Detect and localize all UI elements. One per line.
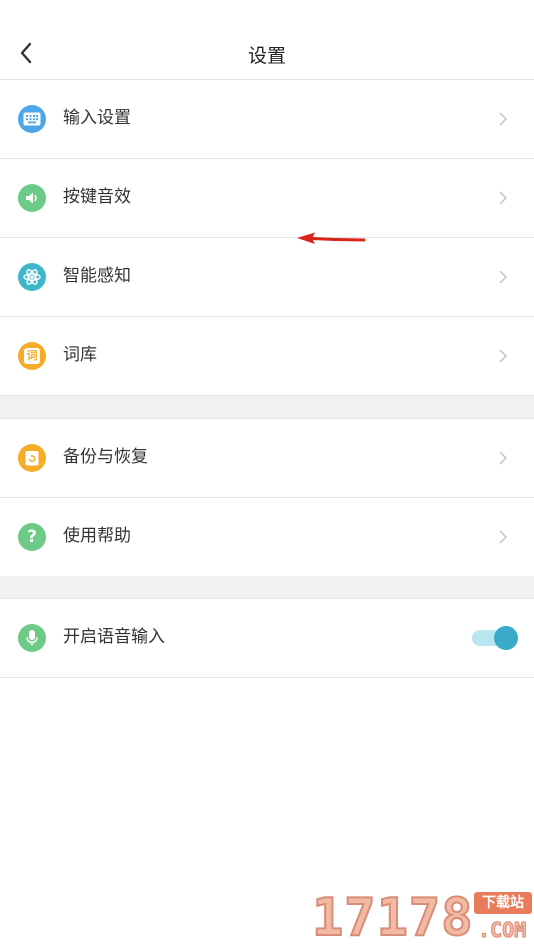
chevron-right-icon <box>499 112 508 126</box>
watermark-logo: 17178 下载站 .COM <box>308 884 534 950</box>
header-bar: 设置 <box>0 0 534 80</box>
settings-item-label: 开启语音输入 <box>63 627 165 647</box>
watermark-badge: 下载站 <box>474 892 532 914</box>
dictionary-icon: 词 <box>18 342 46 370</box>
settings-group-support: 备份与恢复 ? 使用帮助 <box>0 419 534 577</box>
chevron-right-icon <box>499 191 508 205</box>
atom-icon <box>18 263 46 291</box>
chevron-right-icon <box>499 349 508 363</box>
settings-item-help[interactable]: ? 使用帮助 <box>0 498 534 577</box>
settings-item-backup[interactable]: 备份与恢复 <box>0 419 534 498</box>
settings-item-label: 词库 <box>63 345 97 365</box>
settings-item-key-sound[interactable]: 按键音效 <box>0 159 534 238</box>
settings-item-label: 使用帮助 <box>63 526 131 546</box>
settings-item-dictionary[interactable]: 词 词库 <box>0 317 534 396</box>
settings-item-input[interactable]: 输入设置 <box>0 80 534 159</box>
chevron-right-icon <box>499 270 508 284</box>
speaker-icon <box>18 184 46 212</box>
annotation-arrow-icon <box>297 232 366 244</box>
settings-group-main: 输入设置 按键音效 智能感知 词 词库 <box>0 80 534 396</box>
settings-item-label: 按键音效 <box>63 187 131 207</box>
watermark-suffix: .COM <box>477 918 527 943</box>
settings-item-voice-input[interactable]: 开启语音输入 <box>0 599 534 678</box>
keyboard-icon <box>18 105 46 133</box>
settings-item-label: 智能感知 <box>63 266 131 286</box>
toggle-knob <box>494 626 518 650</box>
watermark-digits: 17178 <box>311 887 474 949</box>
backup-icon <box>18 444 46 472</box>
chevron-right-icon <box>499 530 508 544</box>
settings-item-smart-sense[interactable]: 智能感知 <box>0 238 534 317</box>
help-icon: ? <box>18 523 46 551</box>
settings-group-voice: 开启语音输入 <box>0 599 534 678</box>
page-title: 设置 <box>247 45 286 67</box>
section-divider <box>0 396 534 419</box>
section-divider <box>0 576 534 599</box>
chevron-right-icon <box>499 451 508 465</box>
settings-item-label: 输入设置 <box>63 108 131 128</box>
settings-item-label: 备份与恢复 <box>63 447 148 467</box>
microphone-icon <box>18 624 46 652</box>
voice-input-toggle[interactable] <box>472 624 518 652</box>
